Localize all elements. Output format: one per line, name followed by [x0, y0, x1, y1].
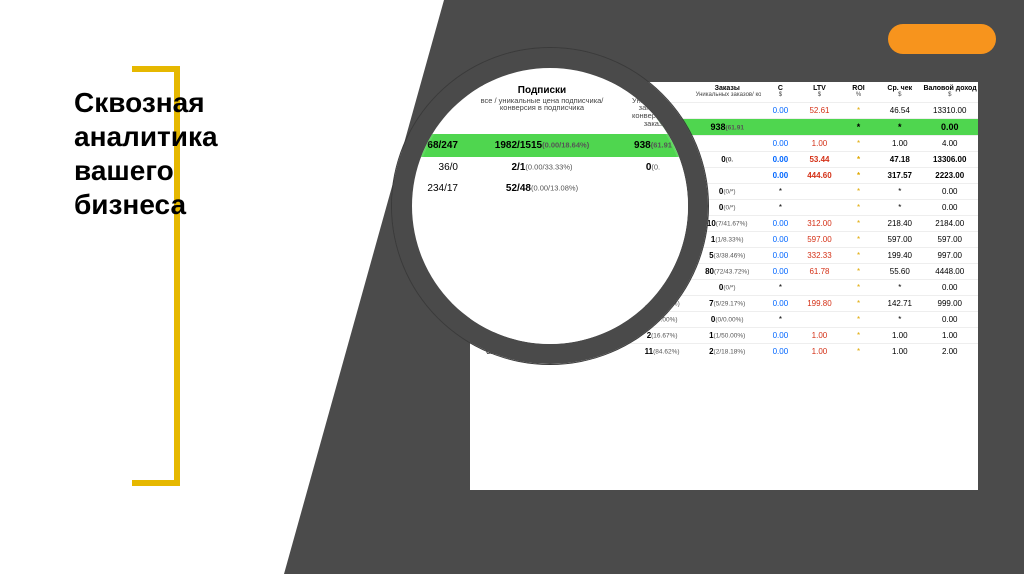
table-row: 0/0372/352(0.60/92.93%)183(51.99%)80(72/…	[470, 263, 978, 279]
table-row: 68/2471982/1515(0.00/18.64%)938(61.91**0…	[470, 118, 978, 135]
table-row: 0/038/38(0.09/73.56%)24(63.16%)10(7/41.6…	[470, 215, 978, 231]
analytics-table: Кликивсе / уникальные Подпискивсе / уник…	[470, 82, 978, 490]
table-row: 0.001.00*1.004.00	[470, 135, 978, 151]
table-row: 0/014/13(0.08/13.20%)11(84.62%)2(2/18.18…	[470, 343, 978, 359]
page-title: Сквозная аналитика вашего бизнеса	[74, 86, 218, 223]
table-row: 0/00(0.00%)0(0/*)***0.00	[470, 183, 978, 199]
table-row: 0/01/1(0.20/11.1%)0(0.50%)0(0/*)***0.00	[470, 199, 978, 215]
col-clicks: Кликивсе / уникальные	[470, 82, 513, 102]
table-row: 0/035/35(0.08/12.50%)24(68.57%)7(5/29.17…	[470, 295, 978, 311]
table-row: 0/010/10(1.08/3.70%)1(10.00%)0(0/0.00%)*…	[470, 311, 978, 327]
table-row: 0/012/12(1.08/4.80%)2(16.67%)1(1/50.00%)…	[470, 327, 978, 343]
table-row: 0.0052.61*46.5413310.00	[470, 102, 978, 118]
table-row: 36/02/1(0.00/33.33%)0(0.0.0053.44*47.181…	[470, 151, 978, 167]
table-row: 0/053/51(0.09/50.00%)12(23.53%)1(1/8.33%…	[470, 231, 978, 247]
col-subs: Подпискивсе / уникальные цена подписчика…	[513, 82, 630, 102]
col-orders: ЗаказыУникальных заказов/ конверсия в за…	[694, 82, 761, 102]
col-chk: Ср. чек$	[878, 82, 921, 102]
diagonal-wedge	[284, 0, 444, 574]
table-row: 0/04/4(0.00/6.90%)0(0.00%)0(0/*)***0.00	[470, 279, 978, 295]
col-roi: ROI%	[839, 82, 878, 102]
table-row: 0/0174/158(0.60/58.30%)13(8.23%)5(3/38.4…	[470, 247, 978, 263]
col-c: C$	[761, 82, 800, 102]
table-row: 234/1752/48(0.00/13.08%)0.00444.60*317.5…	[470, 167, 978, 183]
col-ltv: LTV$	[800, 82, 839, 102]
data-table: Кликивсе / уникальные Подпискивсе / уник…	[470, 82, 978, 359]
orange-pill	[888, 24, 996, 54]
table-header-row: Кликивсе / уникальные Подпискивсе / уник…	[470, 82, 978, 102]
col-rev: Валовой доход$	[921, 82, 978, 102]
